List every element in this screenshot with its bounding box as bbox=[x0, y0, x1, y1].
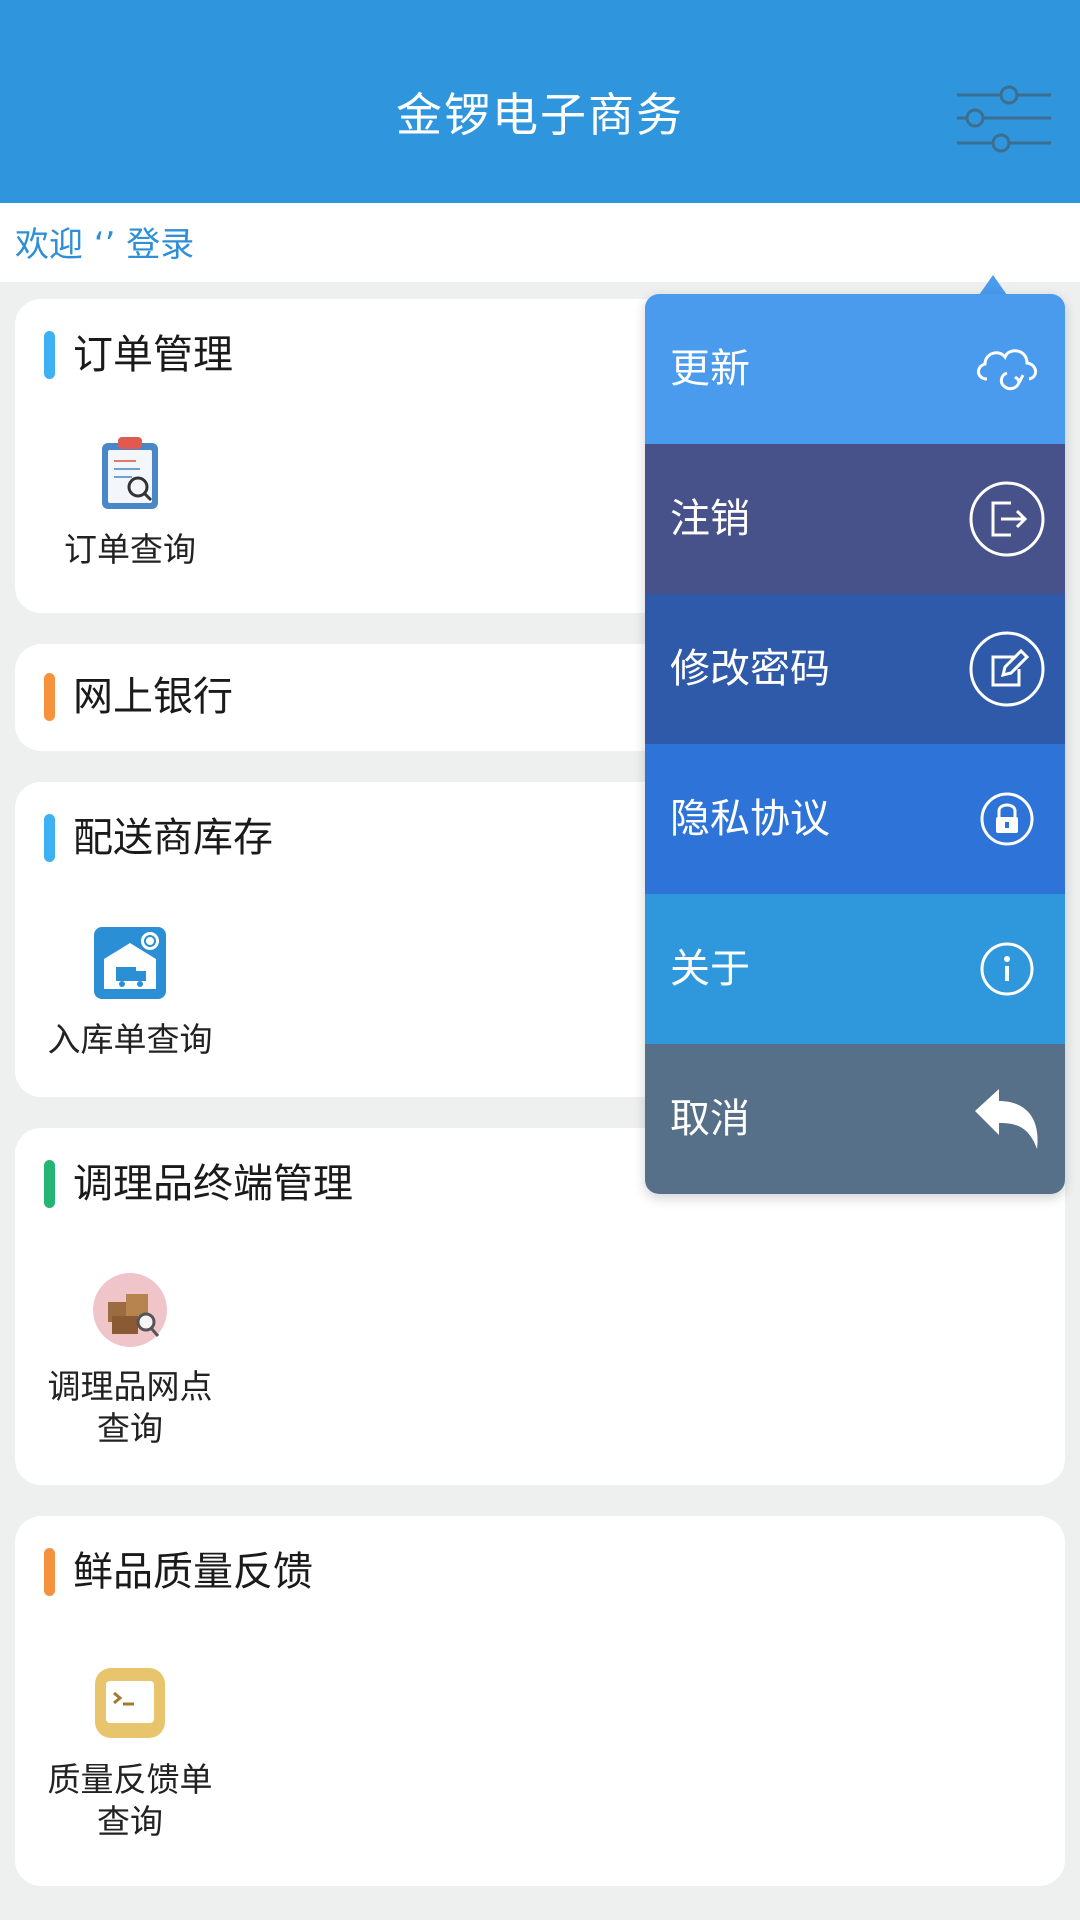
sliders-icon bbox=[957, 85, 1051, 153]
boxes-search-icon bbox=[93, 1273, 167, 1347]
terminal-icon bbox=[95, 1668, 165, 1738]
menu-caret bbox=[979, 275, 1007, 295]
stock-in-query-item[interactable]: 入库单查询 bbox=[45, 923, 215, 1061]
section-title: 订单管理 bbox=[73, 332, 233, 378]
accent-bar bbox=[44, 1160, 55, 1208]
outlet-query-item[interactable]: 调理品网点 查询 bbox=[45, 1270, 215, 1450]
accent-bar bbox=[44, 673, 55, 721]
menu-item-update[interactable]: 更新 bbox=[645, 294, 1065, 444]
menu-item-about[interactable]: 关于 bbox=[645, 894, 1065, 1044]
accent-bar bbox=[44, 331, 55, 379]
page-title: 金锣电子商务 bbox=[396, 88, 684, 142]
section-title: 网上银行 bbox=[73, 674, 233, 720]
menu-item-label: 取消 bbox=[670, 1096, 750, 1142]
menu-item-label: 注销 bbox=[670, 496, 750, 542]
feedback-query-item[interactable]: 质量反馈单 查询 bbox=[45, 1663, 215, 1843]
section-header: 订单管理 bbox=[44, 329, 233, 381]
section-header: 配送商库存 bbox=[44, 812, 273, 864]
welcome-text: 欢迎 ‘’ 登录 bbox=[15, 225, 195, 265]
section-title: 鲜品质量反馈 bbox=[73, 1549, 313, 1595]
menu-item-logout[interactable]: 注销 bbox=[645, 444, 1065, 594]
menu-item-label: 更新 bbox=[670, 346, 750, 392]
section-title: 调理品终端管理 bbox=[73, 1161, 353, 1207]
menu-item-label: 隐私协议 bbox=[670, 796, 830, 842]
app-header: 金锣电子商务 bbox=[0, 0, 1080, 203]
menu-item-label: 修改密码 bbox=[670, 646, 830, 692]
section-header: 网上银行 bbox=[44, 671, 233, 723]
logout-icon bbox=[969, 481, 1045, 557]
cloud-refresh-icon bbox=[977, 349, 1037, 391]
warehouse-truck-icon bbox=[94, 927, 166, 999]
menu-item-cancel[interactable]: 取消 bbox=[645, 1044, 1065, 1194]
section-card-quality-feedback: 鲜品质量反馈 质量反馈单 查询 bbox=[15, 1516, 1065, 1886]
item-label: 订单查询 bbox=[64, 530, 196, 569]
accent-bar bbox=[44, 1548, 55, 1596]
item-label: 调理品网点 查询 bbox=[47, 1367, 213, 1448]
info-icon bbox=[980, 942, 1034, 996]
settings-button[interactable] bbox=[949, 80, 1059, 160]
item-label: 入库单查询 bbox=[47, 1020, 213, 1059]
menu-item-change-password[interactable]: 修改密码 bbox=[645, 594, 1065, 744]
accent-bar bbox=[44, 814, 55, 862]
edit-icon bbox=[969, 631, 1045, 707]
section-title: 配送商库存 bbox=[73, 815, 273, 861]
welcome-bar: 欢迎 ‘’ 登录 bbox=[0, 203, 1080, 282]
menu-item-label: 关于 bbox=[670, 946, 750, 992]
order-query-item[interactable]: 订单查询 bbox=[45, 433, 215, 571]
item-label: 质量反馈单 查询 bbox=[47, 1760, 213, 1841]
section-header: 鲜品质量反馈 bbox=[44, 1546, 313, 1598]
clipboard-search-icon bbox=[102, 437, 158, 509]
undo-icon bbox=[975, 1089, 1038, 1149]
lock-icon bbox=[980, 792, 1034, 846]
popup-menu: 更新 注销 修改密码 隐私协议 关于 取消 bbox=[645, 294, 1065, 1194]
menu-item-privacy[interactable]: 隐私协议 bbox=[645, 744, 1065, 894]
section-header: 调理品终端管理 bbox=[44, 1158, 353, 1210]
